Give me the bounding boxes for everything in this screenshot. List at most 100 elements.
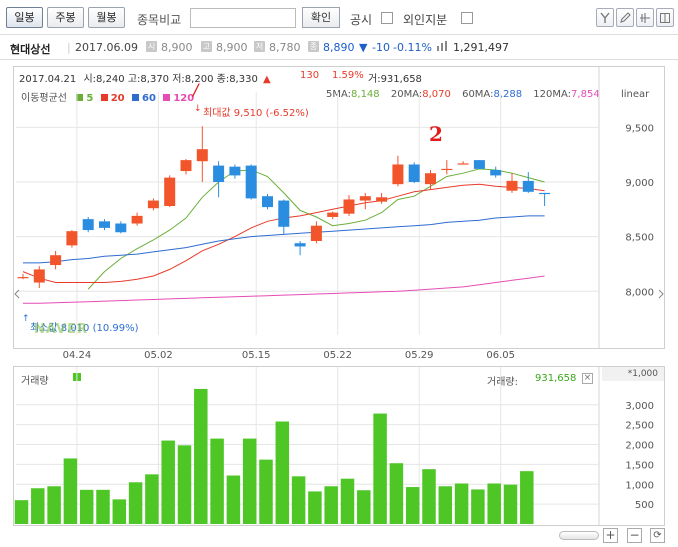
stock-change: -10 [372, 41, 390, 54]
candle [408, 162, 420, 184]
stock-volume: 1,291,497 [453, 41, 509, 54]
volume-bar [438, 486, 453, 524]
volume-bar [226, 475, 241, 524]
candle-body [473, 160, 485, 169]
candle [327, 211, 339, 220]
compare-label: 종목비교 [137, 13, 182, 27]
compare-input[interactable] [190, 8, 296, 28]
candle [490, 166, 502, 178]
candle-body [522, 180, 534, 192]
candle [229, 164, 241, 179]
tools-icon[interactable] [596, 8, 614, 27]
candle-body [115, 223, 127, 233]
volume-bar [31, 488, 45, 524]
stock-info-bar: 현대상선 | 2017.06.09 시 8,900 고 8,900 저 8,78… [0, 34, 678, 60]
candle-body [180, 160, 192, 172]
candle-body [490, 169, 502, 176]
volume-bar [275, 421, 290, 524]
volume-bar [96, 489, 110, 524]
candle [457, 161, 469, 165]
volume-ytick-label: 2,000 [625, 441, 654, 452]
volume-bar [520, 471, 534, 524]
candle [99, 219, 110, 231]
candle [392, 155, 404, 187]
split-view-icon[interactable] [656, 8, 674, 27]
candle [262, 194, 273, 210]
volume-bar [79, 489, 94, 524]
reset-icon[interactable]: ⟳ [650, 528, 665, 543]
candle [278, 199, 290, 235]
volume-ytick-label: 1,000 [625, 480, 654, 491]
zoom-out-icon[interactable]: − [627, 528, 642, 543]
stock-change-pct: -0.11% [393, 41, 432, 54]
notice-checkbox[interactable] [381, 12, 393, 24]
volume-bar [405, 487, 420, 524]
volume-bar [389, 463, 404, 524]
price-ytick-label: 9,500 [625, 123, 654, 134]
price-ytick-label: 8,500 [625, 233, 654, 244]
price-ytick-label: 9,000 [625, 178, 654, 189]
candle-body [17, 277, 29, 279]
candle-body [310, 225, 322, 241]
pencil-icon[interactable] [616, 8, 634, 27]
candle-body [82, 219, 94, 231]
close-icon: 종 [308, 41, 319, 52]
max-arrow-icon: ↓ [194, 104, 202, 114]
candle [506, 173, 518, 193]
hand-mark-1: / [193, 80, 199, 99]
tab-weekly[interactable]: 주봉 [47, 7, 84, 28]
stock-name: 현대상선 [10, 43, 51, 56]
candle [343, 195, 355, 216]
candle [147, 198, 159, 211]
confirm-button[interactable]: 확인 [302, 7, 340, 28]
volume-bar [128, 482, 143, 524]
candle-body [425, 173, 436, 185]
price-xtick-label: 05.29 [405, 350, 434, 361]
volume-ytick-label: 2,500 [625, 421, 654, 432]
volume-bar [340, 478, 355, 524]
candle [82, 216, 94, 233]
naver-watermark: NAVER [34, 322, 89, 337]
notice-label: 공시 [350, 13, 373, 27]
volume-bar [487, 483, 501, 524]
low-icon: 저 [254, 41, 265, 52]
volume-bar [210, 438, 224, 524]
candle-body [33, 269, 45, 283]
candle [294, 241, 306, 256]
candle-body [457, 163, 469, 165]
high-icon: 고 [201, 41, 212, 52]
candle [213, 161, 225, 198]
open-icon: 시 [146, 41, 157, 52]
zoom-in-icon[interactable]: + [603, 528, 618, 543]
candle [441, 160, 453, 175]
stock-low: 8,780 [269, 41, 301, 54]
candle [17, 273, 29, 280]
candle-body [50, 255, 62, 266]
candle [522, 172, 534, 193]
crosshair-icon[interactable] [636, 8, 654, 27]
horizontal-scrollbar[interactable] [559, 531, 599, 540]
candle-body [441, 168, 453, 171]
volume-ytick-label: 3,000 [625, 401, 654, 412]
ma-line-120 [23, 275, 545, 304]
tab-monthly[interactable]: 월봉 [88, 7, 125, 28]
right-collapse-icon[interactable] [657, 287, 665, 301]
candle [66, 230, 78, 248]
candle-body [245, 165, 257, 199]
candle-body [392, 164, 404, 185]
candle [376, 192, 388, 204]
volume-bar [259, 459, 273, 524]
stock-open: 8,900 [161, 41, 193, 54]
volume-bar [47, 486, 61, 524]
change-down-icon: ▼ [359, 41, 368, 54]
min-arrow-icon: ↑ [22, 314, 30, 324]
foreign-checkbox[interactable] [461, 12, 473, 24]
volume-ytick-label: 1,500 [625, 460, 654, 471]
volume-bar [145, 474, 159, 524]
hand-mark-2: 2 [429, 122, 443, 146]
candle-body [343, 199, 355, 214]
stock-date: 2017.06.09 [75, 41, 138, 54]
left-collapse-icon[interactable] [13, 287, 21, 301]
volume-bar [112, 499, 127, 524]
tab-daily[interactable]: 일봉 [6, 7, 43, 28]
